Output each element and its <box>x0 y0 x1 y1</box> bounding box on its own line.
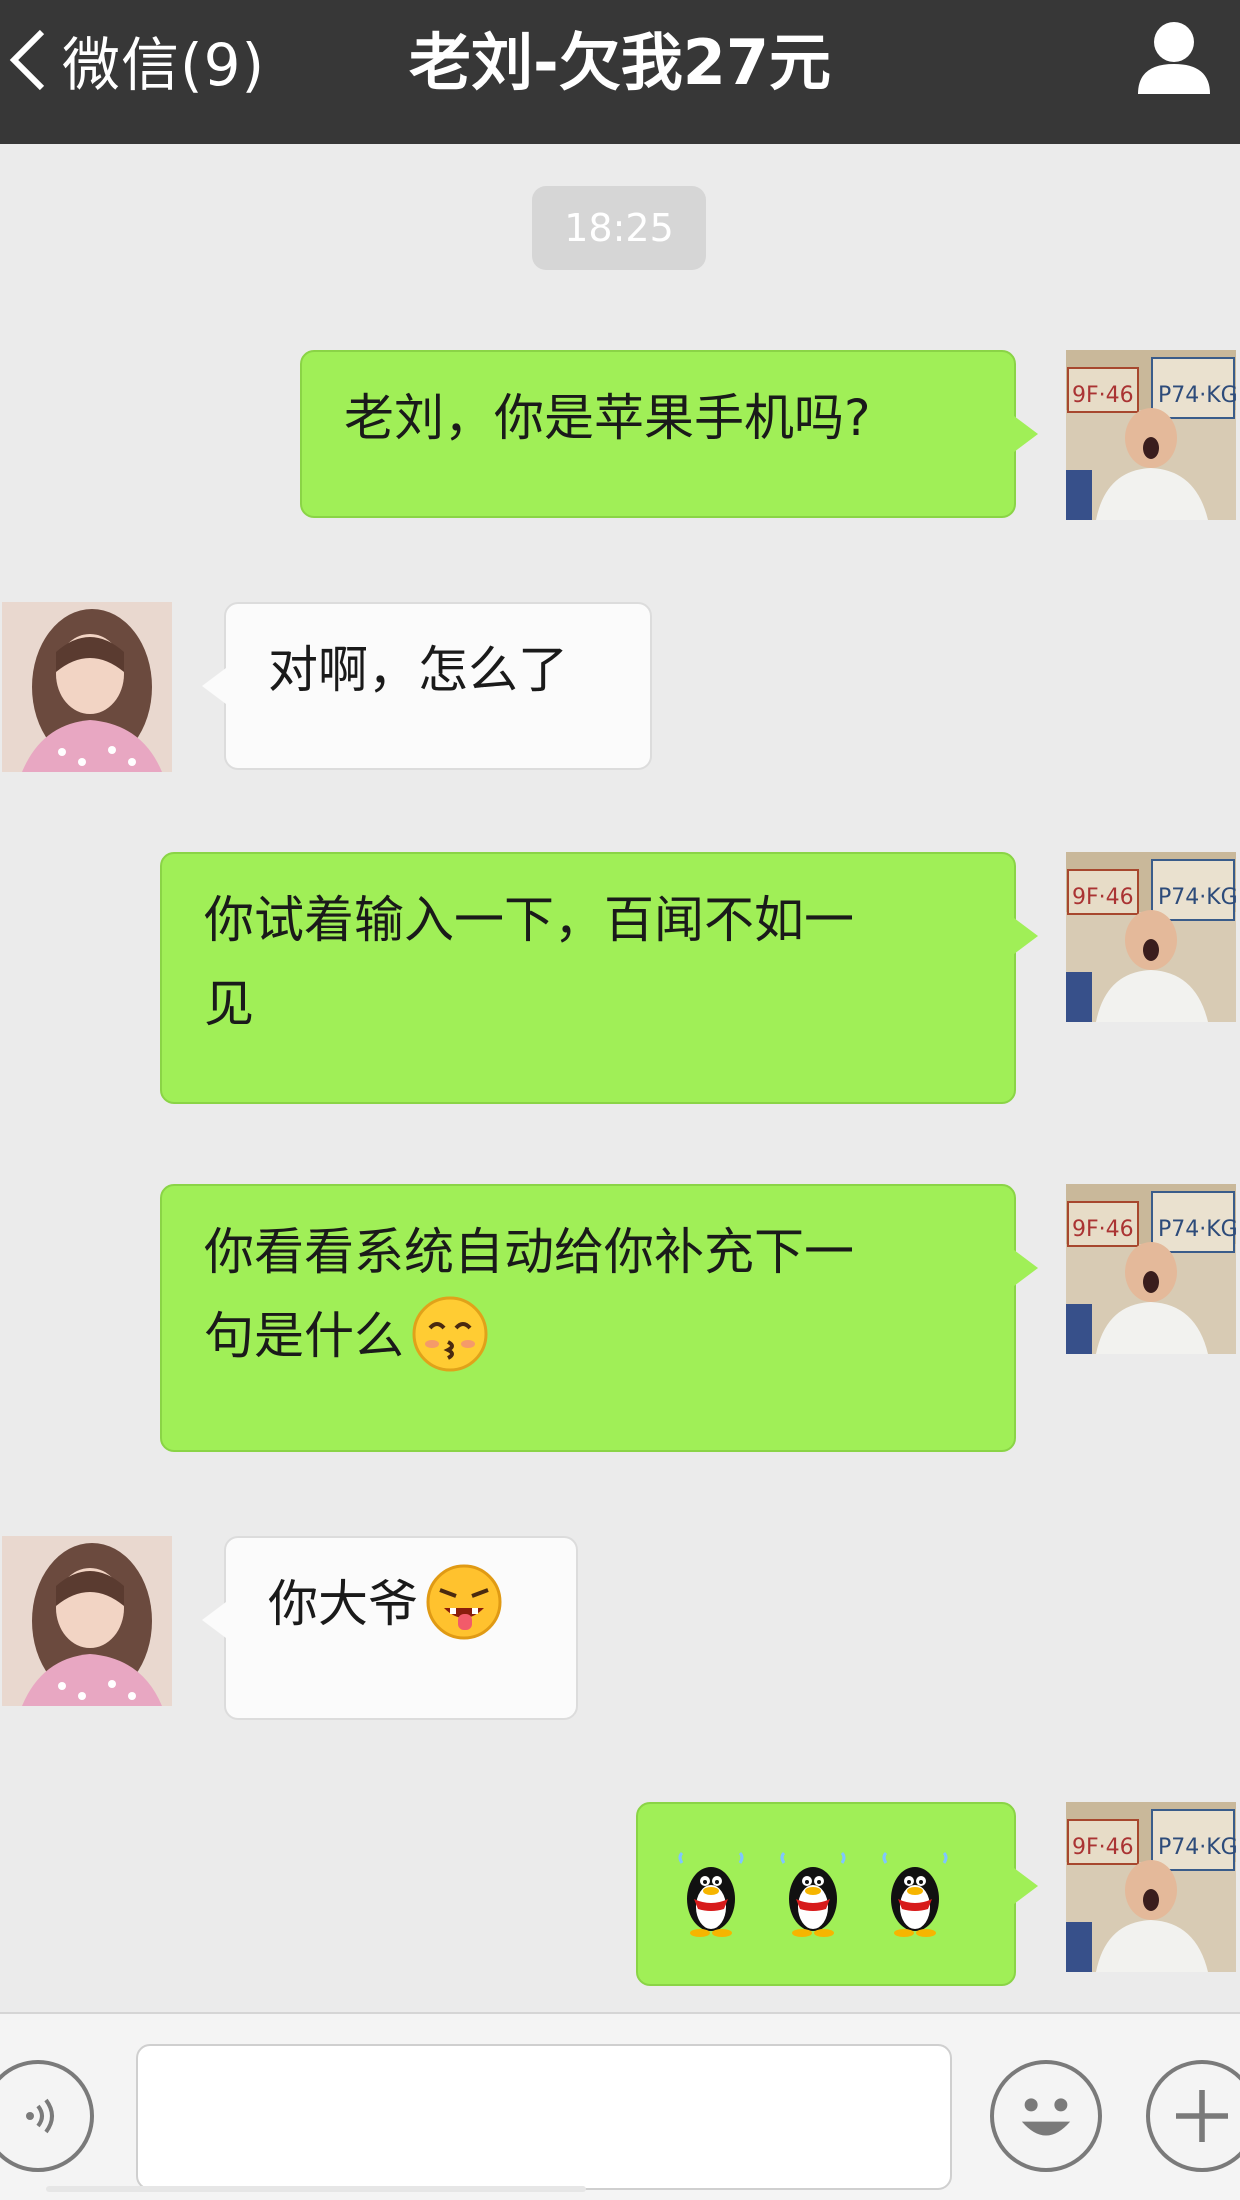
message-input[interactable] <box>136 2044 952 2190</box>
message-bubble[interactable]: 你试着输入一下，百闻不如一 见 <box>160 852 1038 1104</box>
svg-text:P74·KG: P74·KG <box>1158 1835 1236 1860</box>
svg-text:P74·KG: P74·KG <box>1158 1217 1236 1242</box>
kissing-face-icon <box>412 1296 488 1371</box>
svg-text:P74·KG: P74·KG <box>1158 383 1236 408</box>
contact-avatar[interactable] <box>2 602 172 772</box>
my-avatar[interactable]: 9F·46 P74·KG <box>1066 852 1236 1022</box>
my-avatar[interactable]: 9F·46 P74·KG <box>1066 1802 1236 1972</box>
plus-button[interactable] <box>1146 2060 1240 2172</box>
qq-penguin-icon <box>678 1851 744 1937</box>
message-text-line: 你试着输入一下，百闻不如一 <box>204 891 854 949</box>
chat-area[interactable]: 18:25 老刘，你是苹果手机吗? 9F·46 P74·KG 对啊，怎么了 你试… <box>0 144 1240 2012</box>
emoji-button[interactable] <box>990 2060 1102 2172</box>
message-text-line: 句是什么 <box>204 1294 976 1380</box>
svg-text:9F·46: 9F·46 <box>1072 383 1134 408</box>
svg-text:9F·46: 9F·46 <box>1072 885 1134 910</box>
navigation-bar: 微信(9) 老刘-欠我27元 <box>0 0 1240 144</box>
tongue-out-angry-face-icon <box>426 1564 502 1639</box>
my-avatar[interactable]: 9F·46 P74·KG <box>1066 1184 1236 1354</box>
message-bubble[interactable]: 你看看系统自动给你补充下一 句是什么 <box>160 1184 1038 1452</box>
message-text-line: 见 <box>204 975 254 1033</box>
profile-icon[interactable] <box>1132 14 1216 98</box>
svg-text:P74·KG: P74·KG <box>1158 885 1236 910</box>
emoji-row <box>676 1804 976 1984</box>
voice-button[interactable] <box>0 2060 94 2172</box>
my-avatar[interactable]: 9F·46 P74·KG <box>1066 350 1236 520</box>
qq-penguin-icon <box>780 1851 846 1937</box>
message-text: 句是什么 <box>204 1307 404 1365</box>
timestamp-badge: 18:25 <box>532 186 706 270</box>
message-bubble[interactable]: 老刘，你是苹果手机吗? <box>300 350 1038 518</box>
voice-icon <box>26 2098 54 2134</box>
input-bar <box>0 2012 1240 2200</box>
chat-title: 老刘-欠我27元 <box>408 26 831 99</box>
message-bubble[interactable] <box>636 1802 1038 1986</box>
home-indicator <box>46 2186 586 2192</box>
message-bubble[interactable]: 你大爷 <box>202 1536 578 1720</box>
qq-penguin-icon <box>882 1851 948 1937</box>
message-text: 你大爷 <box>268 1575 418 1633</box>
message-text: 对啊，怎么了 <box>268 641 568 699</box>
contact-avatar[interactable] <box>2 1536 172 1706</box>
message-text: 老刘，你是苹果手机吗? <box>344 389 871 447</box>
message-bubble[interactable]: 对啊，怎么了 <box>202 602 652 770</box>
svg-text:9F·46: 9F·46 <box>1072 1835 1134 1860</box>
svg-text:9F·46: 9F·46 <box>1072 1217 1134 1242</box>
message-text-line: 你看看系统自动给你补充下一 <box>204 1223 854 1281</box>
